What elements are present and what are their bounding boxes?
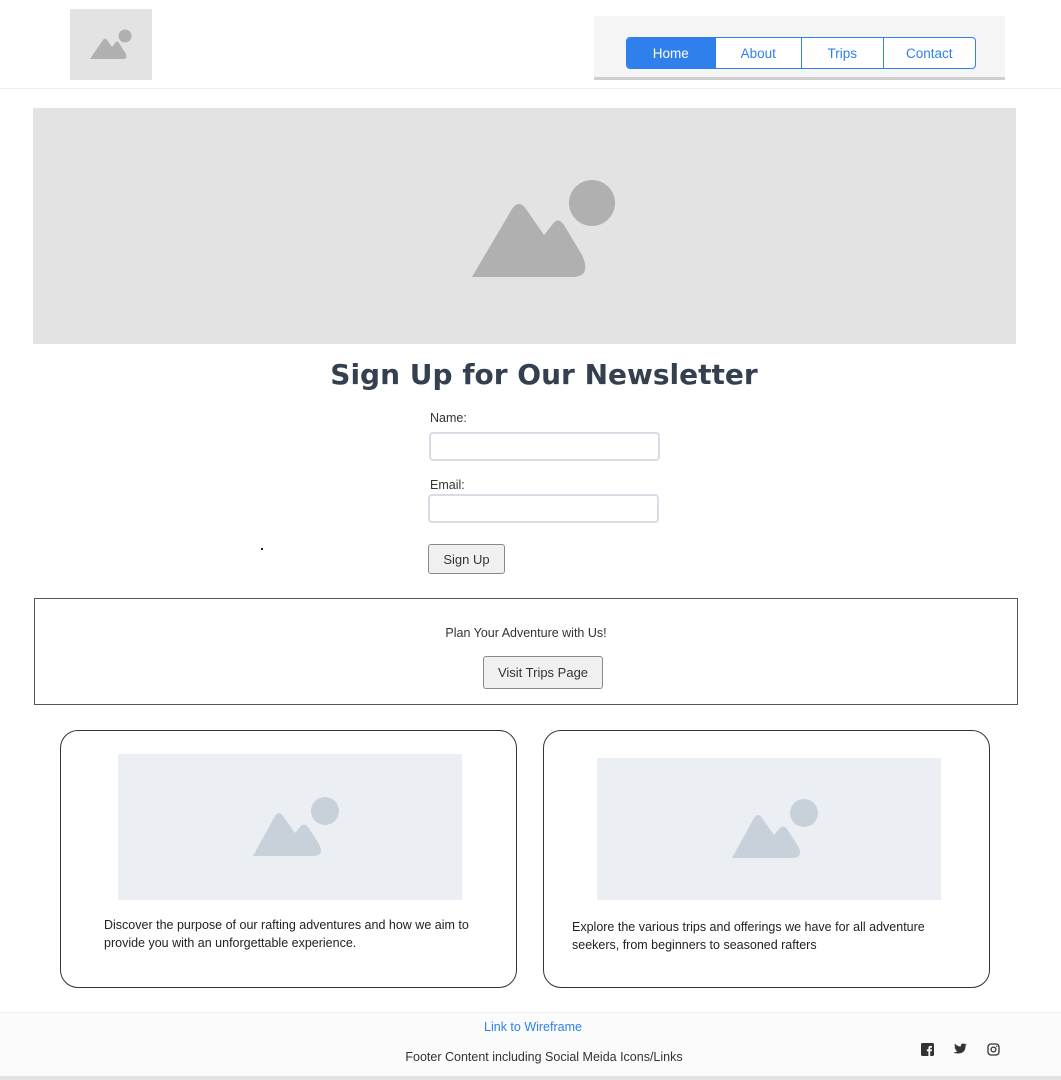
image-placeholder-icon — [90, 29, 132, 59]
cta-section: Plan Your Adventure with Us! Visit Trips… — [34, 598, 1018, 705]
twitter-icon[interactable] — [952, 1041, 968, 1057]
nav-home[interactable]: Home — [627, 38, 715, 68]
logo[interactable] — [70, 9, 152, 80]
image-placeholder-icon — [253, 797, 339, 856]
sign-up-button[interactable]: Sign Up — [428, 544, 505, 574]
nav-about[interactable]: About — [714, 38, 802, 68]
email-input[interactable] — [428, 494, 659, 523]
card-image — [118, 754, 462, 900]
name-label: Name: — [430, 411, 467, 425]
cta-text: Plan Your Adventure with Us! — [445, 626, 607, 640]
footer: Link to Wireframe Footer Content includi… — [0, 1012, 1061, 1080]
card-about: Discover the purpose of our rafting adve… — [60, 730, 517, 988]
email-label: Email: — [430, 478, 465, 492]
newsletter-title: Sign Up for Our Newsletter — [330, 358, 758, 391]
instagram-icon[interactable] — [985, 1041, 1001, 1057]
card-text: Discover the purpose of our rafting adve… — [104, 918, 469, 950]
header-divider — [0, 88, 1061, 89]
card-image — [597, 758, 941, 900]
card-text: Explore the various trips and offerings … — [572, 920, 925, 952]
footer-text: Footer Content including Social Meida Ic… — [405, 1050, 683, 1064]
nav-trips[interactable]: Trips — [801, 38, 883, 68]
image-placeholder-icon — [471, 180, 615, 277]
wireframe-link[interactable]: Link to Wireframe — [0, 1020, 1061, 1034]
image-placeholder-icon — [732, 799, 818, 858]
facebook-icon[interactable] — [919, 1041, 935, 1057]
visit-trips-button[interactable]: Visit Trips Page — [483, 656, 603, 689]
hero-image — [33, 108, 1016, 344]
stray-dot — [261, 548, 263, 550]
name-input[interactable] — [429, 432, 660, 461]
main-nav: Home About Trips Contact — [626, 37, 976, 69]
card-trips: Explore the various trips and offerings … — [543, 730, 990, 988]
nav-contact[interactable]: Contact — [882, 38, 975, 68]
